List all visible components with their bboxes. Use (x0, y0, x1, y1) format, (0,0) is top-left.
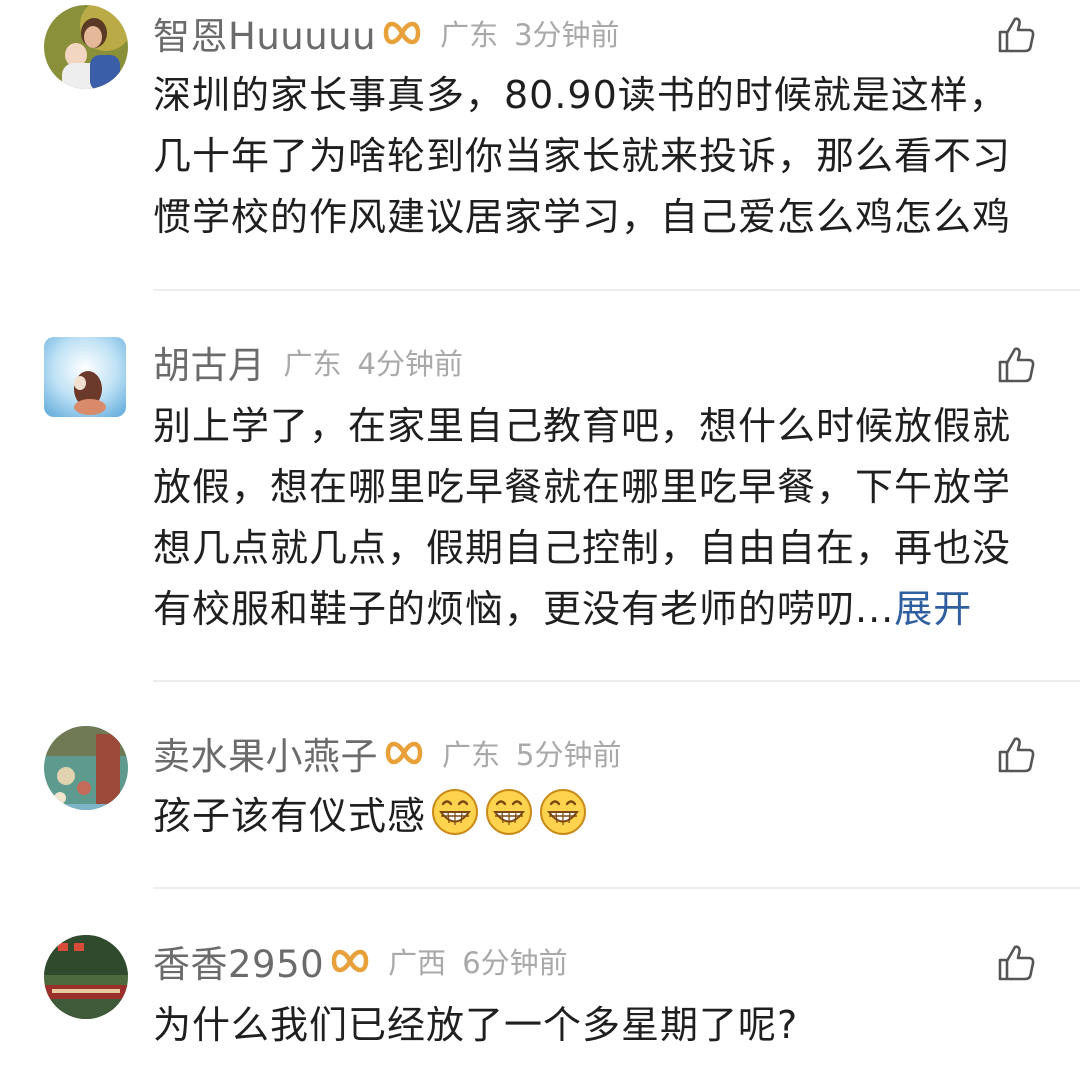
infinity-badge-icon (331, 949, 369, 973)
divider (153, 680, 1080, 682)
comment-meta: 卖水果小燕子 广东 5分钟前 (153, 728, 621, 778)
comment-text: 别上学了，在家里自己教育吧，想什么时候放假就 放假，想在哪里吃早餐就在哪里吃早餐… (153, 396, 1048, 640)
username[interactable]: 智恩Huuuuu (153, 6, 376, 60)
comment-text-line: 有校服和鞋子的烦恼，更没有老师的唠叨...展开 (153, 579, 1048, 640)
region-label: 广东 (442, 738, 501, 772)
avatar-photo (44, 5, 128, 89)
thumbs-up-icon[interactable] (996, 943, 1036, 983)
comment-text-line: 为什么我们已经放了一个多星期了呢? (153, 1003, 799, 1047)
grinning-face-icon (432, 789, 479, 835)
timestamp: 3分钟前 (514, 18, 620, 52)
comment-text: 孩子该有仪式感 (153, 786, 1048, 847)
thumbs-up-icon[interactable] (996, 345, 1036, 385)
thumbs-up-icon[interactable] (996, 15, 1036, 55)
comment-text-line: 几十年了为啥轮到你当家长就来投诉，那么看不习 (153, 134, 1012, 178)
region-label: 广东 (440, 18, 499, 52)
comment-text-line: 想几点就几点，假期自己控制，自由自在，再也没 (153, 526, 1012, 570)
avatar[interactable] (44, 726, 128, 810)
comment-meta: 胡古月 广东 4分钟前 (153, 337, 463, 387)
divider (153, 289, 1080, 291)
username[interactable]: 胡古月 (153, 335, 266, 389)
comment-text-line: 放假，想在哪里吃早餐就在哪里吃早餐，下午放学 (153, 465, 1012, 509)
divider (153, 887, 1080, 889)
comment-text-line: 别上学了，在家里自己教育吧，想什么时候放假就 (153, 404, 1012, 448)
timestamp: 6分钟前 (462, 946, 568, 980)
timestamp: 4分钟前 (357, 347, 463, 381)
comment-text-line: 孩子该有仪式感 (153, 794, 427, 838)
region-label: 广西 (388, 946, 447, 980)
comment-text-line: 惯学校的作风建议居家学习，自己爱怎么鸡怎么鸡 (153, 195, 1012, 239)
grinning-face-icon (486, 789, 533, 835)
comment-text-line: 孩子该有仪式感 (153, 786, 1048, 847)
thumbs-up-icon[interactable] (996, 735, 1036, 775)
comment-text: 深圳的家长事真多，80.90读书的时候就是这样， 几十年了为啥轮到你当家长就来投… (153, 65, 1048, 248)
region-label: 广东 (283, 347, 342, 381)
timestamp: 5分钟前 (516, 738, 622, 772)
comment-text-line: 深圳的家长事真多，80.90读书的时候就是这样， (153, 73, 1008, 117)
expand-link[interactable]: 展开 (894, 587, 972, 631)
avatar-photo (44, 726, 128, 810)
avatar[interactable] (44, 5, 128, 89)
infinity-badge-icon (385, 741, 423, 765)
avatar-photo (44, 935, 128, 1019)
infinity-badge-icon (383, 21, 421, 45)
username[interactable]: 卖水果小燕子 (153, 726, 378, 780)
comment-meta: 香香2950 广西 6分钟前 (153, 936, 568, 986)
avatar-photo (44, 337, 126, 417)
comment-text: 为什么我们已经放了一个多星期了呢? (153, 995, 1048, 1056)
avatar[interactable] (44, 935, 128, 1019)
avatar[interactable] (44, 337, 126, 417)
username[interactable]: 香香2950 (153, 934, 324, 988)
comment-text-line: 有校服和鞋子的烦恼，更没有老师的唠叨... (153, 587, 895, 631)
comment-meta: 智恩Huuuuu 广东 3分钟前 (153, 8, 620, 58)
grinning-face-icon (540, 789, 587, 835)
